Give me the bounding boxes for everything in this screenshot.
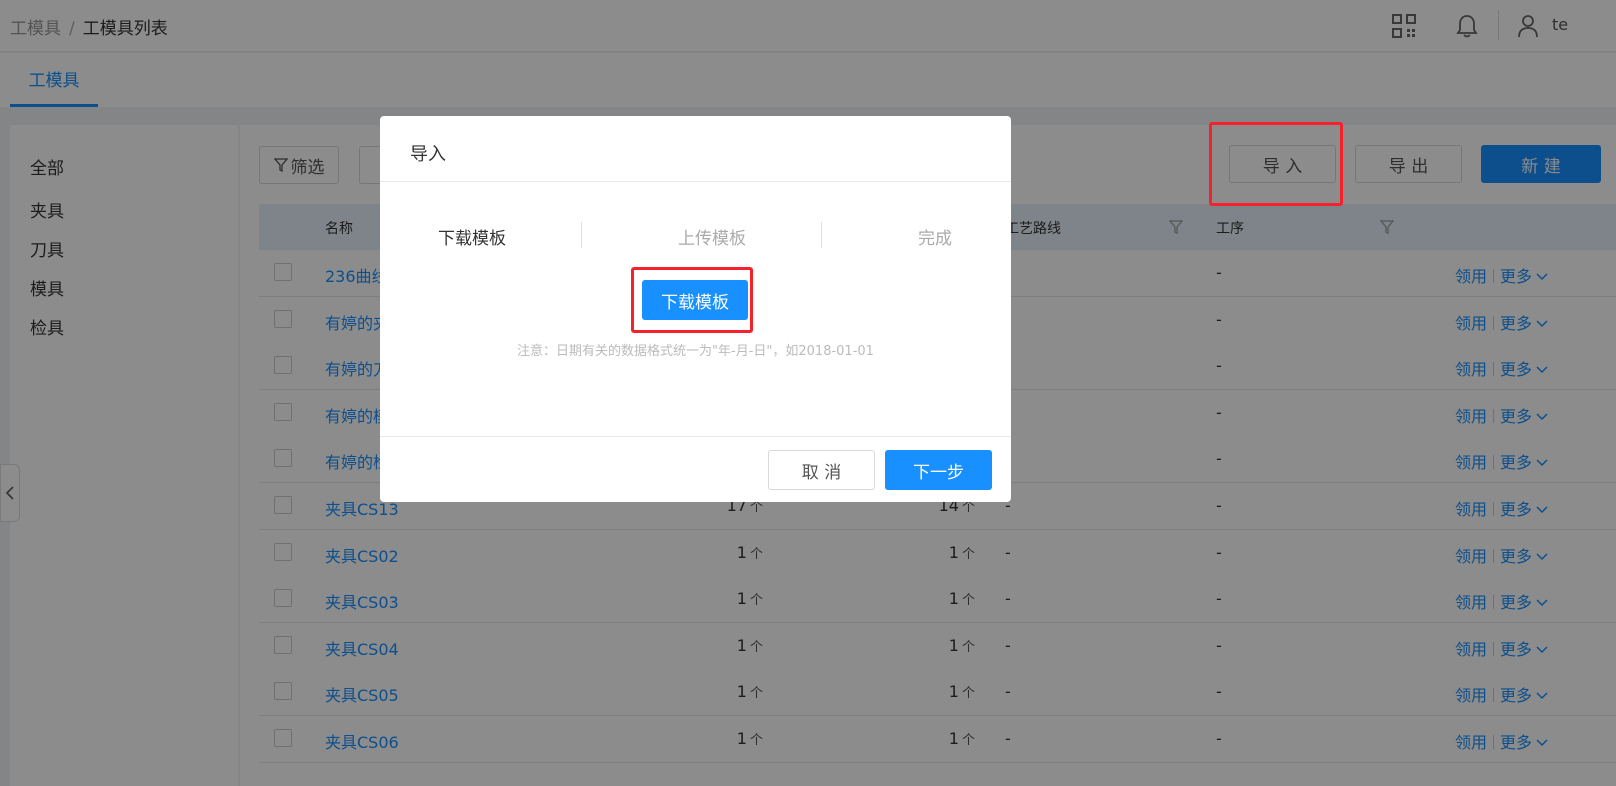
modal-title: 导入 bbox=[410, 144, 446, 165]
cancel-button[interactable]: 取 消 bbox=[768, 450, 875, 490]
modal-footer-divider bbox=[380, 436, 1011, 437]
step-download-template: 下载模板 bbox=[438, 229, 506, 249]
annotation-box-download bbox=[631, 267, 753, 333]
annotation-box-import bbox=[1209, 122, 1343, 206]
step-upload-template: 上传模板 bbox=[678, 229, 746, 249]
step-complete: 完成 bbox=[918, 229, 952, 249]
step-separator bbox=[821, 222, 822, 248]
step-separator bbox=[581, 222, 582, 248]
modal-header-divider bbox=[380, 181, 1011, 182]
next-step-button[interactable]: 下一步 bbox=[885, 450, 992, 490]
import-modal: 导入 下载模板 上传模板 完成 下载模板 注意：日期有关的数据格式统一为"年-月… bbox=[380, 116, 1011, 502]
date-format-note: 注意：日期有关的数据格式统一为"年-月-日"，如2018-01-01 bbox=[517, 344, 874, 359]
